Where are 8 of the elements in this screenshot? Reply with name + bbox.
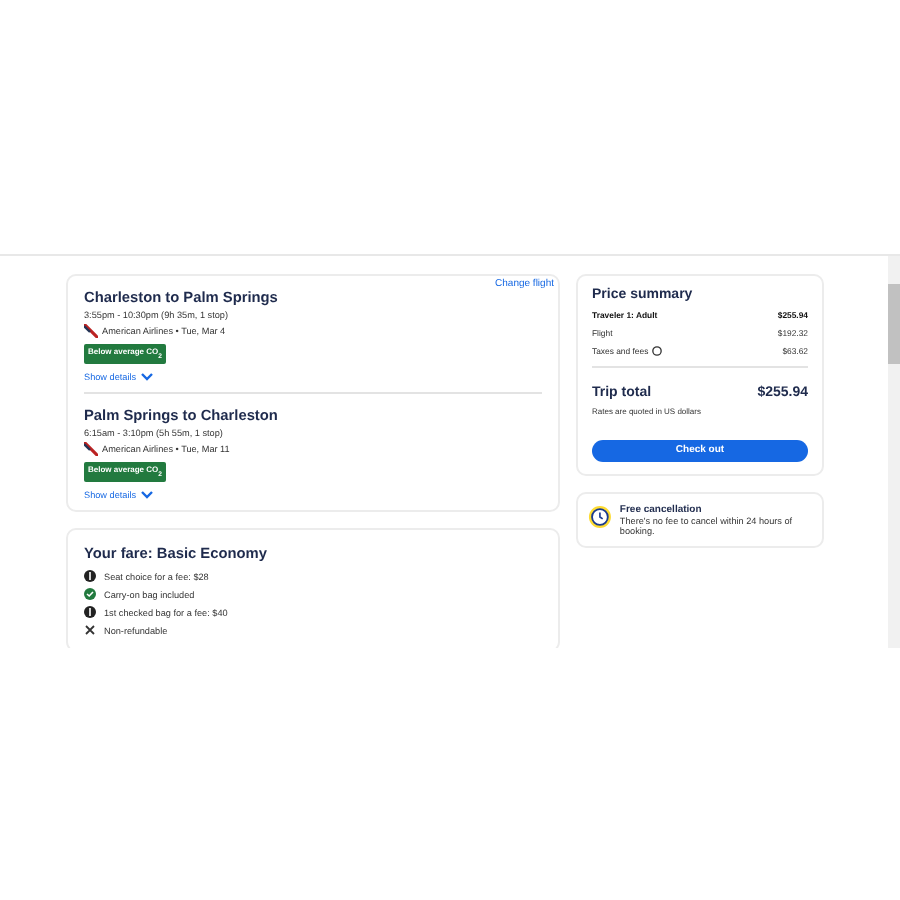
clock-icon: [588, 504, 612, 530]
scrollbar[interactable]: [888, 256, 900, 648]
airline-logo-icon: [84, 324, 98, 338]
x-icon: [84, 624, 96, 637]
airline-logo-icon: [84, 441, 98, 456]
check-circle-icon: [84, 588, 96, 601]
chevron-down-icon: [140, 489, 155, 500]
chevron-down-icon: [140, 371, 155, 382]
